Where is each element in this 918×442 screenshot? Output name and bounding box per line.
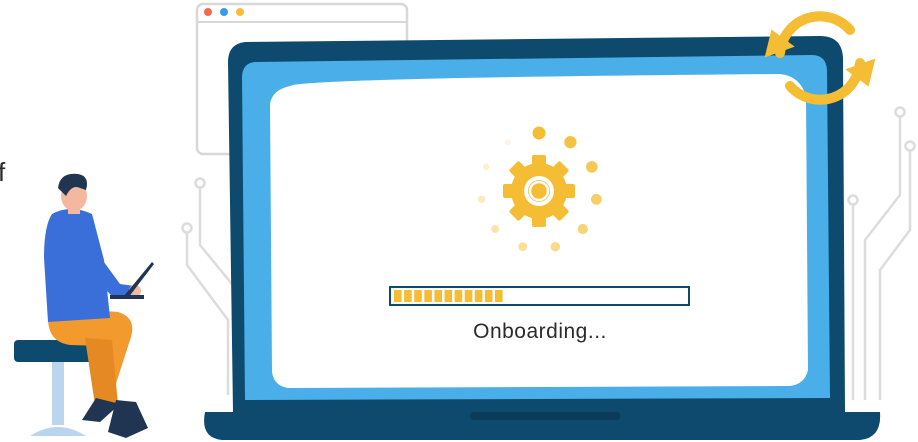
circuit-lines-right: [836, 106, 916, 400]
window-dot-red: [204, 8, 212, 16]
loading-dot: [590, 193, 602, 205]
progress-segment: [495, 290, 503, 302]
loading-dot: [491, 224, 500, 234]
progress-segment: [474, 290, 483, 302]
window-dot-blue: [220, 8, 228, 16]
progress-bar: [389, 286, 690, 306]
cropped-text-fragment: f: [0, 157, 6, 187]
progress-fill: [394, 290, 503, 302]
loading-dot: [482, 163, 490, 171]
loading-dot: [550, 241, 561, 252]
loading-dot: [577, 223, 588, 235]
window-dot-yellow: [236, 8, 244, 16]
loading-dot: [532, 126, 546, 140]
loading-dot: [518, 242, 528, 252]
onboarding-illustration: Onboarding... f: [0, 0, 918, 442]
laptop: [204, 36, 881, 440]
progress-segment: [434, 290, 443, 302]
status-text: Onboarding...: [473, 320, 607, 343]
progress-segment: [444, 290, 453, 302]
progress-segment: [454, 290, 463, 302]
loading-dot: [477, 195, 486, 203]
progress-segment: [424, 290, 432, 302]
progress-segment: [464, 290, 473, 302]
loading-dot: [504, 139, 511, 146]
loading-dot: [564, 136, 577, 149]
illustration-canvas: Onboarding... f: [0, 2, 916, 440]
progress-segment: [414, 290, 422, 302]
gear-icon: [503, 155, 575, 227]
loading-dot: [586, 161, 598, 173]
progress-segment: [394, 290, 402, 302]
progress-segment: [484, 290, 493, 302]
progress-segment: [404, 290, 412, 302]
